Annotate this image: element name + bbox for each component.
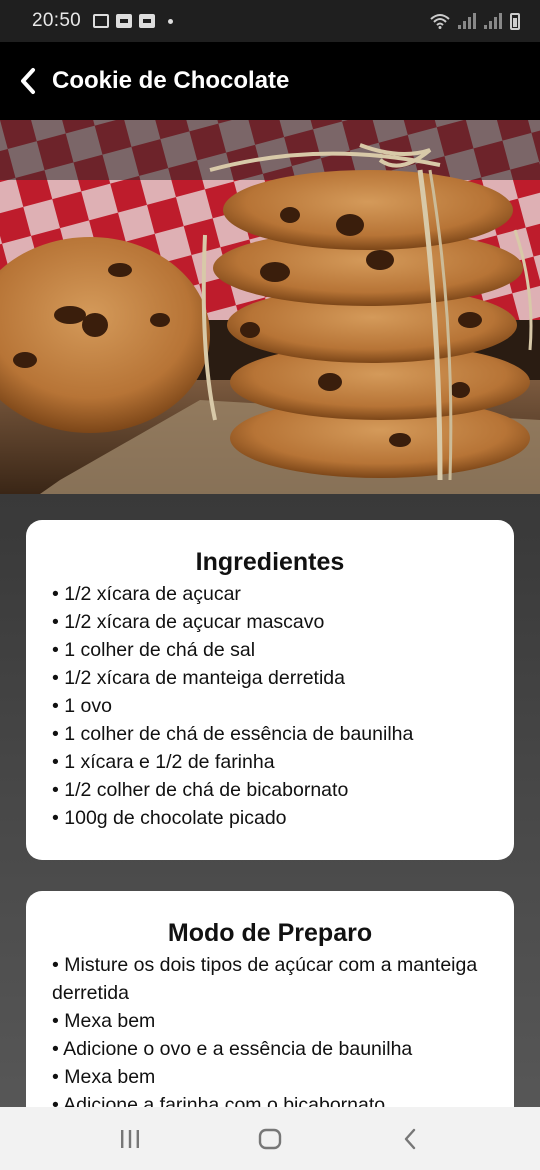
list-item: 1/2 xícara de açucar xyxy=(52,580,488,608)
recipe-image xyxy=(0,120,540,494)
home-icon xyxy=(258,1128,282,1149)
battery-icon xyxy=(510,12,520,30)
recent-apps-icon xyxy=(121,1129,139,1148)
ingredients-list: 1/2 xícara de açucar 1/2 xícara de açuca… xyxy=(52,580,488,832)
wifi-icon xyxy=(430,14,450,29)
preparation-title: Modo de Preparo xyxy=(167,919,373,947)
list-item: 1 colher de chá de essência de baunilha xyxy=(52,720,488,748)
list-item: 1 colher de chá de sal xyxy=(52,636,488,664)
voicemail-icon xyxy=(139,14,156,28)
list-item: 1/2 colher de chá de bicabornato xyxy=(52,776,488,804)
list-item: 1 xícara e 1/2 de farinha xyxy=(52,748,488,776)
ingredients-card: Ingredientes 1/2 xícara de açucar 1/2 xí… xyxy=(26,520,514,860)
app-header: Cookie de Chocolate xyxy=(0,42,540,120)
back-button[interactable] xyxy=(16,67,40,95)
list-item: Mexa bem xyxy=(52,1063,488,1091)
ingredients-title: Ingredientes xyxy=(195,548,345,576)
dot-icon xyxy=(168,18,174,24)
list-item: 100g de chocolate picado xyxy=(52,804,488,832)
list-item: 1 ovo xyxy=(52,692,488,720)
recent-apps-button[interactable] xyxy=(100,1119,160,1159)
page-title: Cookie de Chocolate xyxy=(52,67,290,94)
home-button[interactable] xyxy=(240,1119,300,1159)
list-item: Mexa bem xyxy=(52,1007,488,1035)
notification-icons xyxy=(93,14,174,28)
list-item: 1/2 xícara de manteiga derretida xyxy=(52,664,488,692)
status-time: 20:50 xyxy=(32,10,82,31)
signal-icon xyxy=(484,13,502,29)
list-item: Adicione o ovo e a essência de baunilha xyxy=(52,1035,488,1063)
list-item: 1/2 xícara de açucar mascavo xyxy=(52,608,488,636)
status-bar: 20:50 xyxy=(0,0,540,42)
chevron-left-icon xyxy=(21,68,35,94)
preparation-list: Misture os dois tipos de açúcar com a ma… xyxy=(52,951,488,1119)
back-nav-button[interactable] xyxy=(380,1119,440,1159)
cookie-photo xyxy=(0,120,540,494)
signal-icon xyxy=(458,13,476,29)
list-item: Misture os dois tipos de açúcar com a ma… xyxy=(52,951,488,1007)
voicemail-icon xyxy=(116,14,133,28)
system-icons xyxy=(430,12,520,30)
back-icon xyxy=(404,1128,416,1149)
gallery-icon xyxy=(93,14,110,28)
navigation-bar xyxy=(0,1107,540,1170)
